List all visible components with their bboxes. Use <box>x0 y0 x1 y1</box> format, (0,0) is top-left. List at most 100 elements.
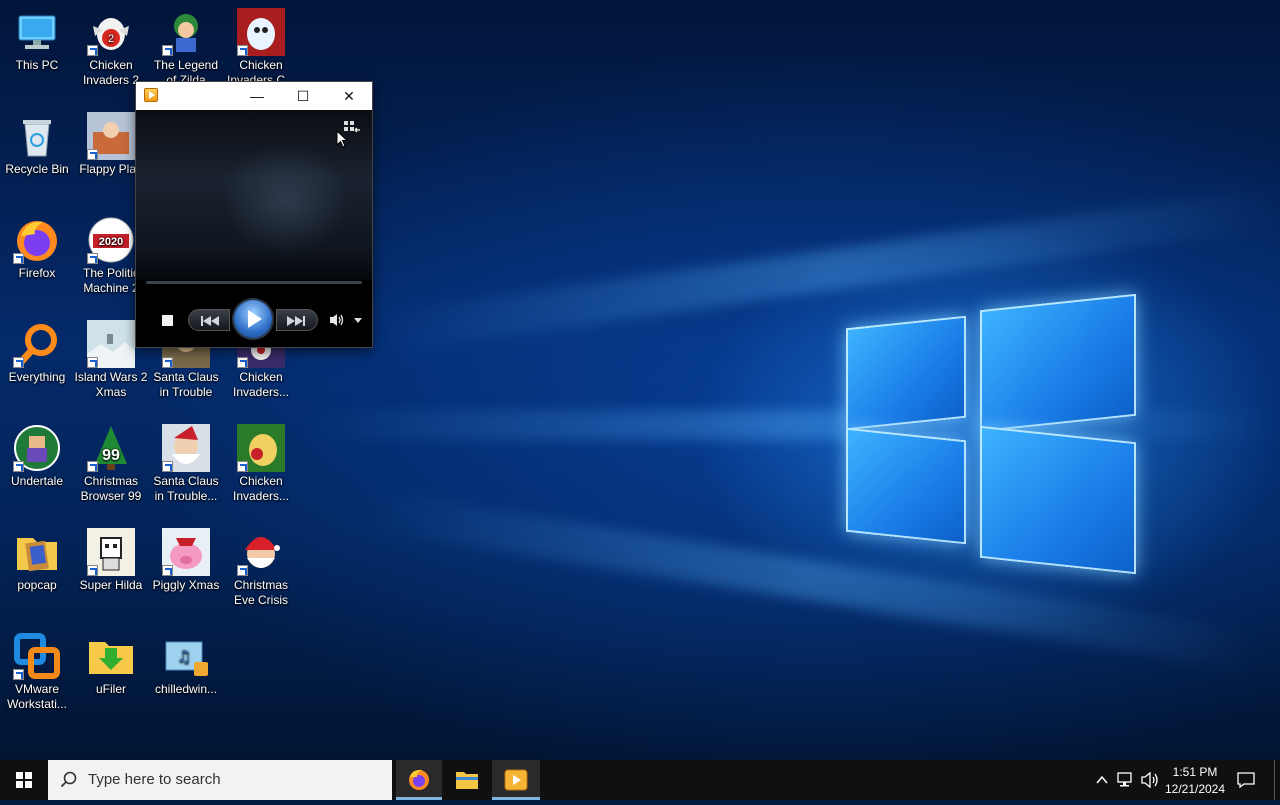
santa-face-icon <box>237 528 285 576</box>
icon-label: Piggly Xmas <box>152 578 220 592</box>
icon-label: Island Wars 2 Xmas <box>74 370 148 399</box>
notification-icon <box>1237 772 1255 789</box>
clock-date: 12/21/2024 <box>1164 782 1226 796</box>
icon-label: Super Hilda <box>79 578 143 592</box>
santa-game-icon <box>162 424 210 472</box>
taskbar-media-player-button[interactable] <box>492 760 540 800</box>
svg-text:99: 99 <box>102 447 120 464</box>
play-button[interactable] <box>234 300 272 338</box>
icon-label: This PC <box>15 58 59 72</box>
desktop-icon-vmware[interactable]: VMware Workstati... <box>0 632 74 712</box>
chicken-game-icon: 2 <box>87 8 135 56</box>
windows-logo-art <box>840 282 1140 582</box>
undertale-icon <box>13 424 61 472</box>
political-machine-icon: 2020 <box>87 216 135 264</box>
media-player-icon <box>504 769 528 791</box>
computer-icon <box>13 8 61 56</box>
desktop-icon-chicken-invaders-4[interactable]: Chicken Invaders... <box>224 424 298 504</box>
mouse-cursor-icon <box>336 129 349 153</box>
show-hidden-icons-button[interactable] <box>1094 772 1110 788</box>
pig-game-icon <box>162 528 210 576</box>
search-magnifier-icon <box>13 320 61 368</box>
icon-label: Chicken Invaders... <box>232 474 290 503</box>
icon-label: chilledwin... <box>154 682 218 696</box>
taskbar-file-explorer-button[interactable] <box>444 760 490 800</box>
icon-label: Recycle Bin <box>5 162 69 176</box>
svg-text:2: 2 <box>108 33 114 45</box>
christmas-tree-icon: 99 <box>87 424 135 472</box>
desktop-icon-everything[interactable]: Everything <box>0 320 74 385</box>
desktop-icon-firefox[interactable]: Firefox <box>0 216 74 281</box>
download-folder-icon <box>87 632 135 680</box>
maximize-button[interactable]: ☐ <box>280 82 326 110</box>
icon-label: Everything <box>8 370 66 384</box>
previous-button[interactable] <box>188 309 230 331</box>
visualization-area[interactable] <box>136 110 372 280</box>
volume-tray-button[interactable] <box>1141 771 1161 789</box>
desktop-icon-super-hilda[interactable]: Super Hilda <box>74 528 148 593</box>
taskbar: Type here to search 1:51 PM 12/21/2024 <box>0 760 1280 800</box>
vmware-icon <box>13 632 61 680</box>
firefox-icon <box>13 216 61 264</box>
firefox-icon <box>409 769 429 790</box>
svg-text:2020: 2020 <box>99 236 123 248</box>
minimize-button[interactable]: — <box>234 82 280 110</box>
icon-label: Undertale <box>10 474 64 488</box>
chevron-up-icon <box>1096 775 1108 784</box>
icon-label: VMware Workstati... <box>7 682 67 711</box>
volume-icon[interactable] <box>329 312 345 328</box>
desktop-icon-christmas-eve-crisis[interactable]: Christmas Eve Crisis <box>224 528 298 608</box>
desktop-icon-this-pc[interactable]: This PC <box>0 8 74 73</box>
desktop-icon-santa-claus-trouble-2[interactable]: Santa Claus in Trouble... <box>149 424 223 504</box>
desktop-icon-popcap[interactable]: popcap <box>0 528 74 593</box>
desktop-icon-christmas-browser[interactable]: 99 Christmas Browser 99 <box>74 424 148 504</box>
icon-label: popcap <box>17 578 57 592</box>
volume-dropdown-icon[interactable] <box>354 318 362 323</box>
recycle-bin-icon <box>13 112 61 160</box>
island-wars-icon <box>87 320 135 368</box>
windows-start-icon <box>16 772 32 788</box>
icon-label: Chicken Invaders... <box>232 370 290 399</box>
stop-button[interactable] <box>162 315 173 326</box>
playback-controls <box>136 294 372 347</box>
clock[interactable]: 1:51 PM 12/21/2024 <box>1162 762 1228 798</box>
network-icon <box>1117 772 1132 787</box>
media-player-app-icon <box>144 88 158 102</box>
icon-label: uFiler <box>95 682 126 696</box>
icon-label: Santa Claus in Trouble <box>153 370 219 399</box>
start-button[interactable] <box>0 760 48 800</box>
desktop-icon-ufiler[interactable]: uFiler <box>74 632 148 697</box>
icon-label: Christmas Eve Crisis <box>233 578 288 607</box>
network-button[interactable] <box>1117 771 1137 789</box>
folder-icon <box>456 772 478 789</box>
desktop-icon-legend-of-zilda[interactable]: The Legend of Zilda <box>149 8 223 88</box>
light-beam <box>381 187 1279 353</box>
window-titlebar[interactable]: — ☐ ✕ <box>136 82 372 110</box>
media-player-window[interactable]: — ☐ ✕ <box>136 82 372 347</box>
desktop-icon-undertale[interactable]: Undertale <box>0 424 74 489</box>
seek-bar[interactable] <box>146 281 362 284</box>
action-center-button[interactable] <box>1236 770 1256 790</box>
desktop-icon-recycle-bin[interactable]: Recycle Bin <box>0 112 74 177</box>
desktop-icon-chilledwin[interactable]: ♫ chilledwin... <box>149 632 223 697</box>
icon-label: Firefox <box>18 266 56 280</box>
folder-icon <box>13 528 61 576</box>
zilda-game-icon <box>162 8 210 56</box>
svg-text:♫: ♫ <box>177 647 191 666</box>
chicken-game-icon <box>237 8 285 56</box>
close-button[interactable]: ✕ <box>326 82 372 110</box>
desktop-icon-chicken-invaders-c[interactable]: Chicken Invaders C... <box>224 8 298 88</box>
media-file-icon: ♫ <box>162 632 210 680</box>
show-desktop-button[interactable] <box>1274 760 1280 800</box>
taskbar-firefox-button[interactable] <box>396 760 442 800</box>
icon-label: Santa Claus in Trouble... <box>153 474 219 503</box>
desktop-icon-piggly-xmas[interactable]: Piggly Xmas <box>149 528 223 593</box>
next-button[interactable] <box>276 309 318 331</box>
taskbar-search-box[interactable]: Type here to search <box>48 760 392 800</box>
desktop-icon-chicken-invaders-2[interactable]: 2 Chicken Invaders 2 <box>74 8 148 88</box>
chicken-game-icon <box>237 424 285 472</box>
flappy-game-icon <box>87 112 135 160</box>
super-hilda-icon <box>87 528 135 576</box>
icon-label: Christmas Browser 99 <box>80 474 142 503</box>
speaker-icon <box>1141 771 1158 789</box>
